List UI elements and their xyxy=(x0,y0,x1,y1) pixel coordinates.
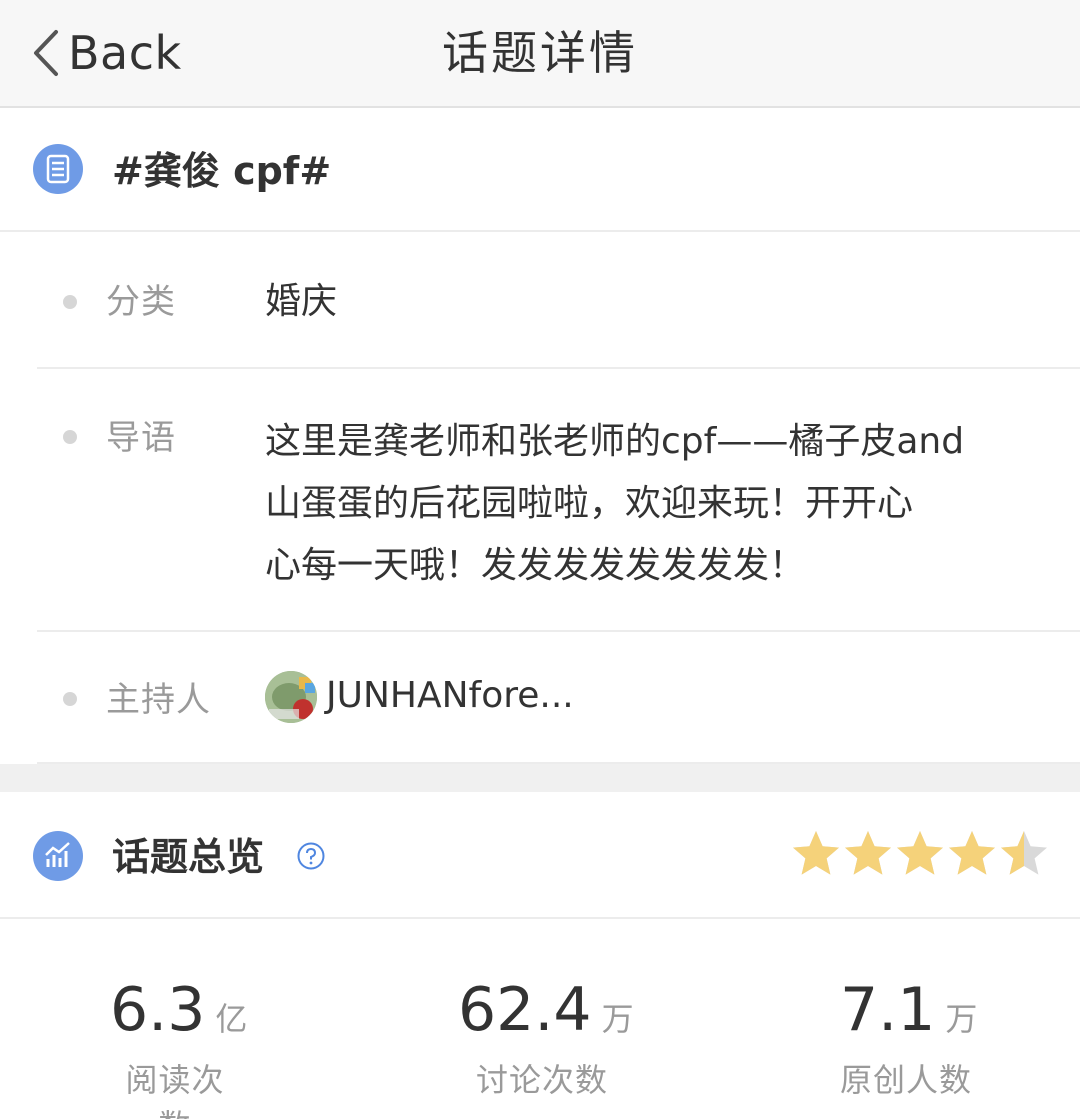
stat-label: 阅读次数 xyxy=(125,1061,225,1119)
category-value: 婚庆 xyxy=(265,281,338,322)
stat-label: 原创人数 xyxy=(840,1061,973,1099)
divider xyxy=(37,367,1080,369)
bar-chart-icon xyxy=(33,831,83,881)
stat-originals: 7.1 万 原创人数 xyxy=(840,972,978,1103)
star-icon xyxy=(793,831,839,875)
bullet-dot xyxy=(63,430,77,444)
stat-value: 6.3 亿 xyxy=(110,975,248,1045)
divider xyxy=(0,917,1080,919)
stat-unit: 亿 xyxy=(215,1000,248,1038)
star-icon xyxy=(897,831,943,875)
stat-unit: 万 xyxy=(601,1000,634,1038)
category-label: 分类 xyxy=(106,282,176,322)
star-icon xyxy=(949,831,995,875)
divider xyxy=(37,630,1080,632)
topic-name: #龚俊 cpf# xyxy=(112,149,332,193)
stat-label: 讨论次数 xyxy=(475,1061,608,1099)
intro-label: 导语 xyxy=(106,418,176,458)
intro-line-1: 这里是龚老师和张老师的cpf——橘子皮and xyxy=(265,421,965,462)
stat-discussions: 62.4 万 讨论次数 xyxy=(458,972,634,1103)
stat-unit: 万 xyxy=(945,1000,978,1038)
host-name[interactable]: JUNHANfore... xyxy=(326,668,574,724)
bullet-dot xyxy=(63,692,77,706)
help-icon[interactable] xyxy=(296,841,326,871)
intro-line-3: 心每一天哦！发发发发发发发发！ xyxy=(265,545,806,586)
host-avatar[interactable] xyxy=(265,671,317,723)
document-list-icon xyxy=(33,144,83,194)
rating-stars xyxy=(790,828,1050,882)
nav-bar: Back 话题详情 xyxy=(0,0,1080,108)
stat-value: 62.4 万 xyxy=(458,975,634,1045)
star-icon xyxy=(845,831,891,875)
bullet-dot xyxy=(63,295,77,309)
avatar-image xyxy=(265,671,317,723)
intro-line-2: 山蛋蛋的后花园啦啦，欢迎来玩！开开心 xyxy=(265,483,914,524)
overview-title: 话题总览 xyxy=(112,835,265,879)
star-icon xyxy=(1001,831,1047,875)
page-title: 话题详情 xyxy=(442,26,638,80)
host-label: 主持人 xyxy=(106,680,211,720)
stat-reads: 6.3亿 阅读次数 xyxy=(110,972,248,1119)
section-spacer xyxy=(0,764,1080,792)
stat-value: 7.1 万 xyxy=(840,975,978,1045)
